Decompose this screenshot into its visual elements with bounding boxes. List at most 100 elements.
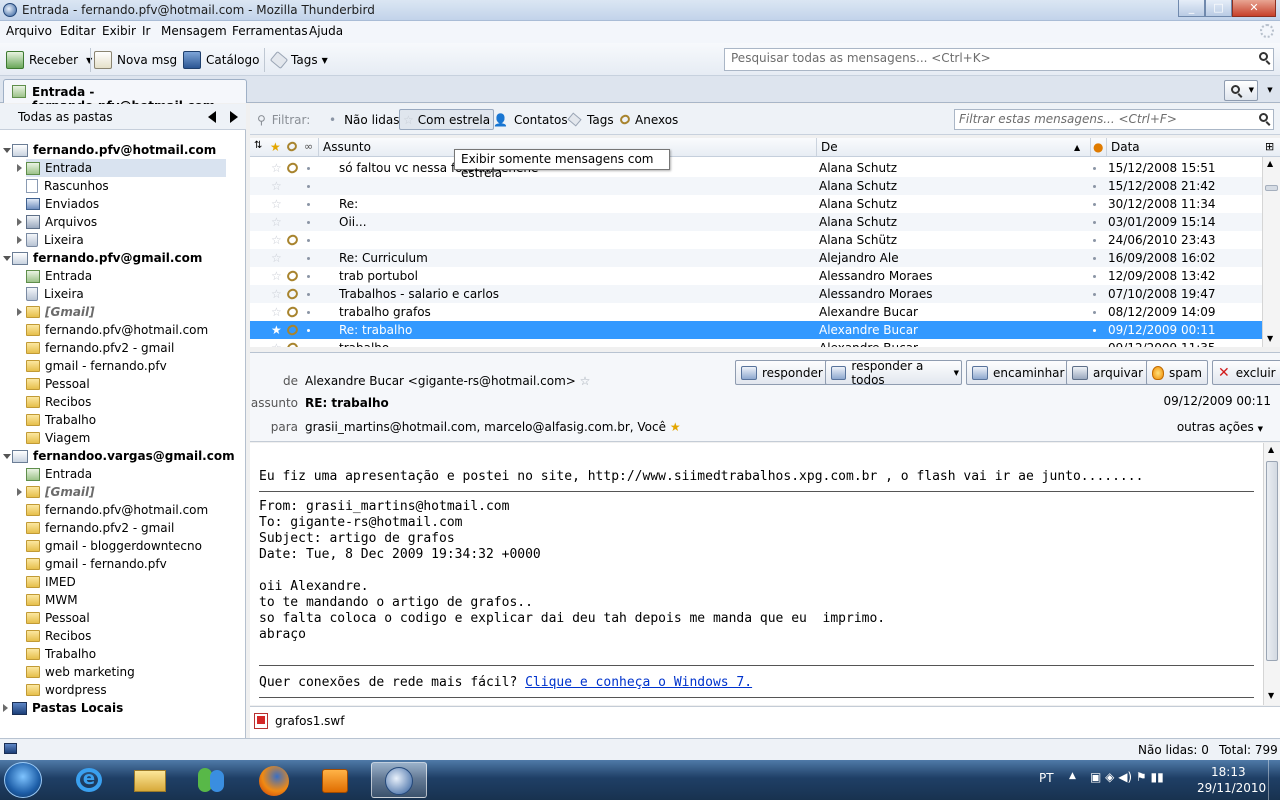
delete-button[interactable]: ✕ excluir xyxy=(1212,360,1280,385)
menu-ajuda[interactable]: Ajuda xyxy=(309,24,343,38)
folder-item-fernando-pfv-hotmail-com[interactable]: fernando.pfv@hotmail.com xyxy=(26,321,208,339)
folder-item-arquivos[interactable]: Arquivos xyxy=(26,213,97,231)
archive-button[interactable]: arquivar xyxy=(1066,360,1150,385)
message-row[interactable]: ☆ Oii... Alana Schutz 03/01/2009 15:14 xyxy=(250,213,1262,231)
tab-list-button[interactable]: ▼ xyxy=(1262,80,1278,101)
read-status-icon[interactable] xyxy=(307,185,310,188)
scroll-up-icon[interactable]: ▲ xyxy=(1268,445,1274,454)
expand-toggle-icon[interactable] xyxy=(17,218,22,226)
star-icon[interactable]: ☆ xyxy=(271,287,282,301)
messenger-taskbar-icon[interactable] xyxy=(184,762,240,798)
message-row[interactable]: ☆ Re: Alana Schutz 30/12/2008 11:34 xyxy=(250,195,1262,213)
star-icon[interactable]: ☆ xyxy=(271,215,282,229)
star-icon[interactable]: ☆ xyxy=(271,161,282,175)
folder-item-lixeira[interactable]: Lixeira xyxy=(26,285,84,303)
reply-button[interactable]: responder xyxy=(735,360,829,385)
read-status-icon[interactable] xyxy=(307,311,310,314)
read-status-icon[interactable] xyxy=(307,275,310,278)
filter-starred-button[interactable]: ☆ Com estrela xyxy=(399,109,495,130)
to-value[interactable]: grasii_martins@hotmail.com, marcelo@alfa… xyxy=(305,420,681,434)
ie-taskbar-icon[interactable]: e xyxy=(62,762,118,798)
show-hidden-icons[interactable]: ▲ xyxy=(1069,771,1076,781)
filter-contacts-button[interactable]: 👤 Contatos xyxy=(490,109,571,130)
menu-mensagem[interactable]: Mensagem xyxy=(161,24,227,38)
close-button[interactable]: ✕ xyxy=(1232,0,1276,17)
junk-status-icon[interactable] xyxy=(1093,257,1096,260)
star-icon[interactable]: ★ xyxy=(670,420,681,434)
expand-toggle-icon[interactable] xyxy=(17,488,22,496)
folder-item-fernando-pfv-gmail-com[interactable]: fernando.pfv@gmail.com xyxy=(12,249,202,267)
star-icon[interactable]: ☆ xyxy=(271,197,282,211)
read-status-icon[interactable] xyxy=(307,167,310,170)
junk-status-icon[interactable] xyxy=(1093,167,1096,170)
junk-status-icon[interactable] xyxy=(1093,221,1096,224)
prev-folder-view-icon[interactable] xyxy=(208,111,216,123)
menu-editar[interactable]: Editar xyxy=(60,24,96,38)
folder-item-trabalho[interactable]: Trabalho xyxy=(26,411,96,429)
star-icon[interactable]: ☆ xyxy=(271,251,282,265)
clock-time[interactable]: 18:13 xyxy=(1211,765,1246,779)
folder-item-gmail-fernando-pfv[interactable]: gmail - fernando.pfv xyxy=(26,357,167,375)
expand-toggle-icon[interactable] xyxy=(3,454,11,459)
junk-status-icon[interactable] xyxy=(1093,329,1096,332)
new-message-button[interactable]: Nova msg xyxy=(94,49,177,71)
junk-status-icon[interactable] xyxy=(1093,293,1096,296)
spam-button[interactable]: spam xyxy=(1146,360,1208,385)
reply-all-button[interactable]: responder a todos ▼ xyxy=(825,359,962,387)
minimize-button[interactable]: _ xyxy=(1178,0,1205,17)
message-row[interactable]: ☆ trabalho Alexandre Bucar 09/12/2009 11:35 xyxy=(250,339,1262,347)
folder-item-viagem[interactable]: Viagem xyxy=(26,429,90,447)
junk-status-icon[interactable] xyxy=(1093,311,1096,314)
expand-toggle-icon[interactable] xyxy=(3,704,8,712)
attachment-column-icon[interactable] xyxy=(285,140,299,153)
folder-item-imed[interactable]: IMED xyxy=(26,573,76,591)
star-icon[interactable]: ☆ xyxy=(271,305,282,319)
scroll-down-icon[interactable]: ▼ xyxy=(1267,334,1273,343)
expand-toggle-icon[interactable] xyxy=(17,236,22,244)
read-status-icon[interactable] xyxy=(307,239,310,242)
menu-ferramentas[interactable]: Ferramentas xyxy=(232,24,308,38)
filter-attachments-button[interactable]: Anexos xyxy=(617,109,681,130)
message-row[interactable]: ☆ trab portubol Alessandro Moraes 12/09/200… xyxy=(250,267,1262,285)
folder-item-trabalho[interactable]: Trabalho xyxy=(26,645,96,663)
expand-toggle-icon[interactable] xyxy=(17,308,22,316)
quick-filter-button[interactable]: ▼ xyxy=(1224,80,1258,101)
folder-item-pastas-locais[interactable]: Pastas Locais xyxy=(12,699,123,717)
date-column-header[interactable]: Data xyxy=(1111,140,1140,154)
menu-ir[interactable]: Ir xyxy=(142,24,150,38)
from-column-header[interactable]: De xyxy=(821,140,838,154)
windows7-link[interactable]: Clique e conheça o Windows 7. xyxy=(525,675,752,690)
show-desktop-button[interactable] xyxy=(1268,760,1280,800)
folder-item-web-marketing[interactable]: web marketing xyxy=(26,663,135,681)
read-status-icon[interactable] xyxy=(307,293,310,296)
folder-item-fernandoo-vargas-gmail-com[interactable]: fernandoo.vargas@gmail.com xyxy=(12,447,235,465)
scroll-down-icon[interactable]: ▼ xyxy=(1268,691,1274,700)
thread-list-scrollbar[interactable]: ▲ ▼ xyxy=(1262,157,1280,347)
scroll-thumb[interactable] xyxy=(1266,461,1278,661)
address-book-button[interactable]: Catálogo xyxy=(183,49,259,71)
expand-toggle-icon[interactable] xyxy=(3,256,11,261)
folder-item-fernando-pfv2-gmail[interactable]: fernando.pfv2 - gmail xyxy=(26,519,174,537)
folder-item-mwm[interactable]: MWM xyxy=(26,591,78,609)
filter-pin[interactable]: ⚲ Filtrar: xyxy=(254,109,313,130)
read-column-icon[interactable]: ∞ xyxy=(304,140,313,153)
message-row[interactable]: ☆ trabalho grafos Alexandre Bucar 08/12/200… xyxy=(250,303,1262,321)
tray-icons[interactable]: ▣ ◈ ◀) ⚑ ▮▮ xyxy=(1090,770,1164,784)
maximize-button[interactable]: □ xyxy=(1205,0,1232,17)
read-status-icon[interactable] xyxy=(307,203,310,206)
folder-item-entrada[interactable]: Entrada xyxy=(26,267,92,285)
online-status-icon[interactable] xyxy=(4,743,17,754)
other-actions-button[interactable]: outras ações ▼ xyxy=(1177,420,1263,434)
next-folder-view-icon[interactable] xyxy=(230,111,238,123)
folder-item-fernando-pfv-hotmail-com[interactable]: fernando.pfv@hotmail.com xyxy=(12,141,216,159)
message-row[interactable]: ☆ Trabalhos - salario e carlos Alessandro … xyxy=(250,285,1262,303)
message-row[interactable]: ★ Re: trabalho Alexandre Bucar 09/12/2009 0… xyxy=(250,321,1262,339)
media-player-taskbar-icon[interactable] xyxy=(308,762,364,798)
star-icon[interactable]: ☆ xyxy=(271,179,282,193)
star-icon[interactable]: ☆ xyxy=(580,374,591,388)
message-body-scrollbar[interactable]: ▲ ▼ xyxy=(1263,443,1280,705)
thunderbird-taskbar-icon[interactable] xyxy=(371,762,427,798)
folder-item-recibos[interactable]: Recibos xyxy=(26,627,91,645)
folder-item-enviados[interactable]: Enviados xyxy=(26,195,99,213)
folder-item-wordpress[interactable]: wordpress xyxy=(26,681,107,699)
